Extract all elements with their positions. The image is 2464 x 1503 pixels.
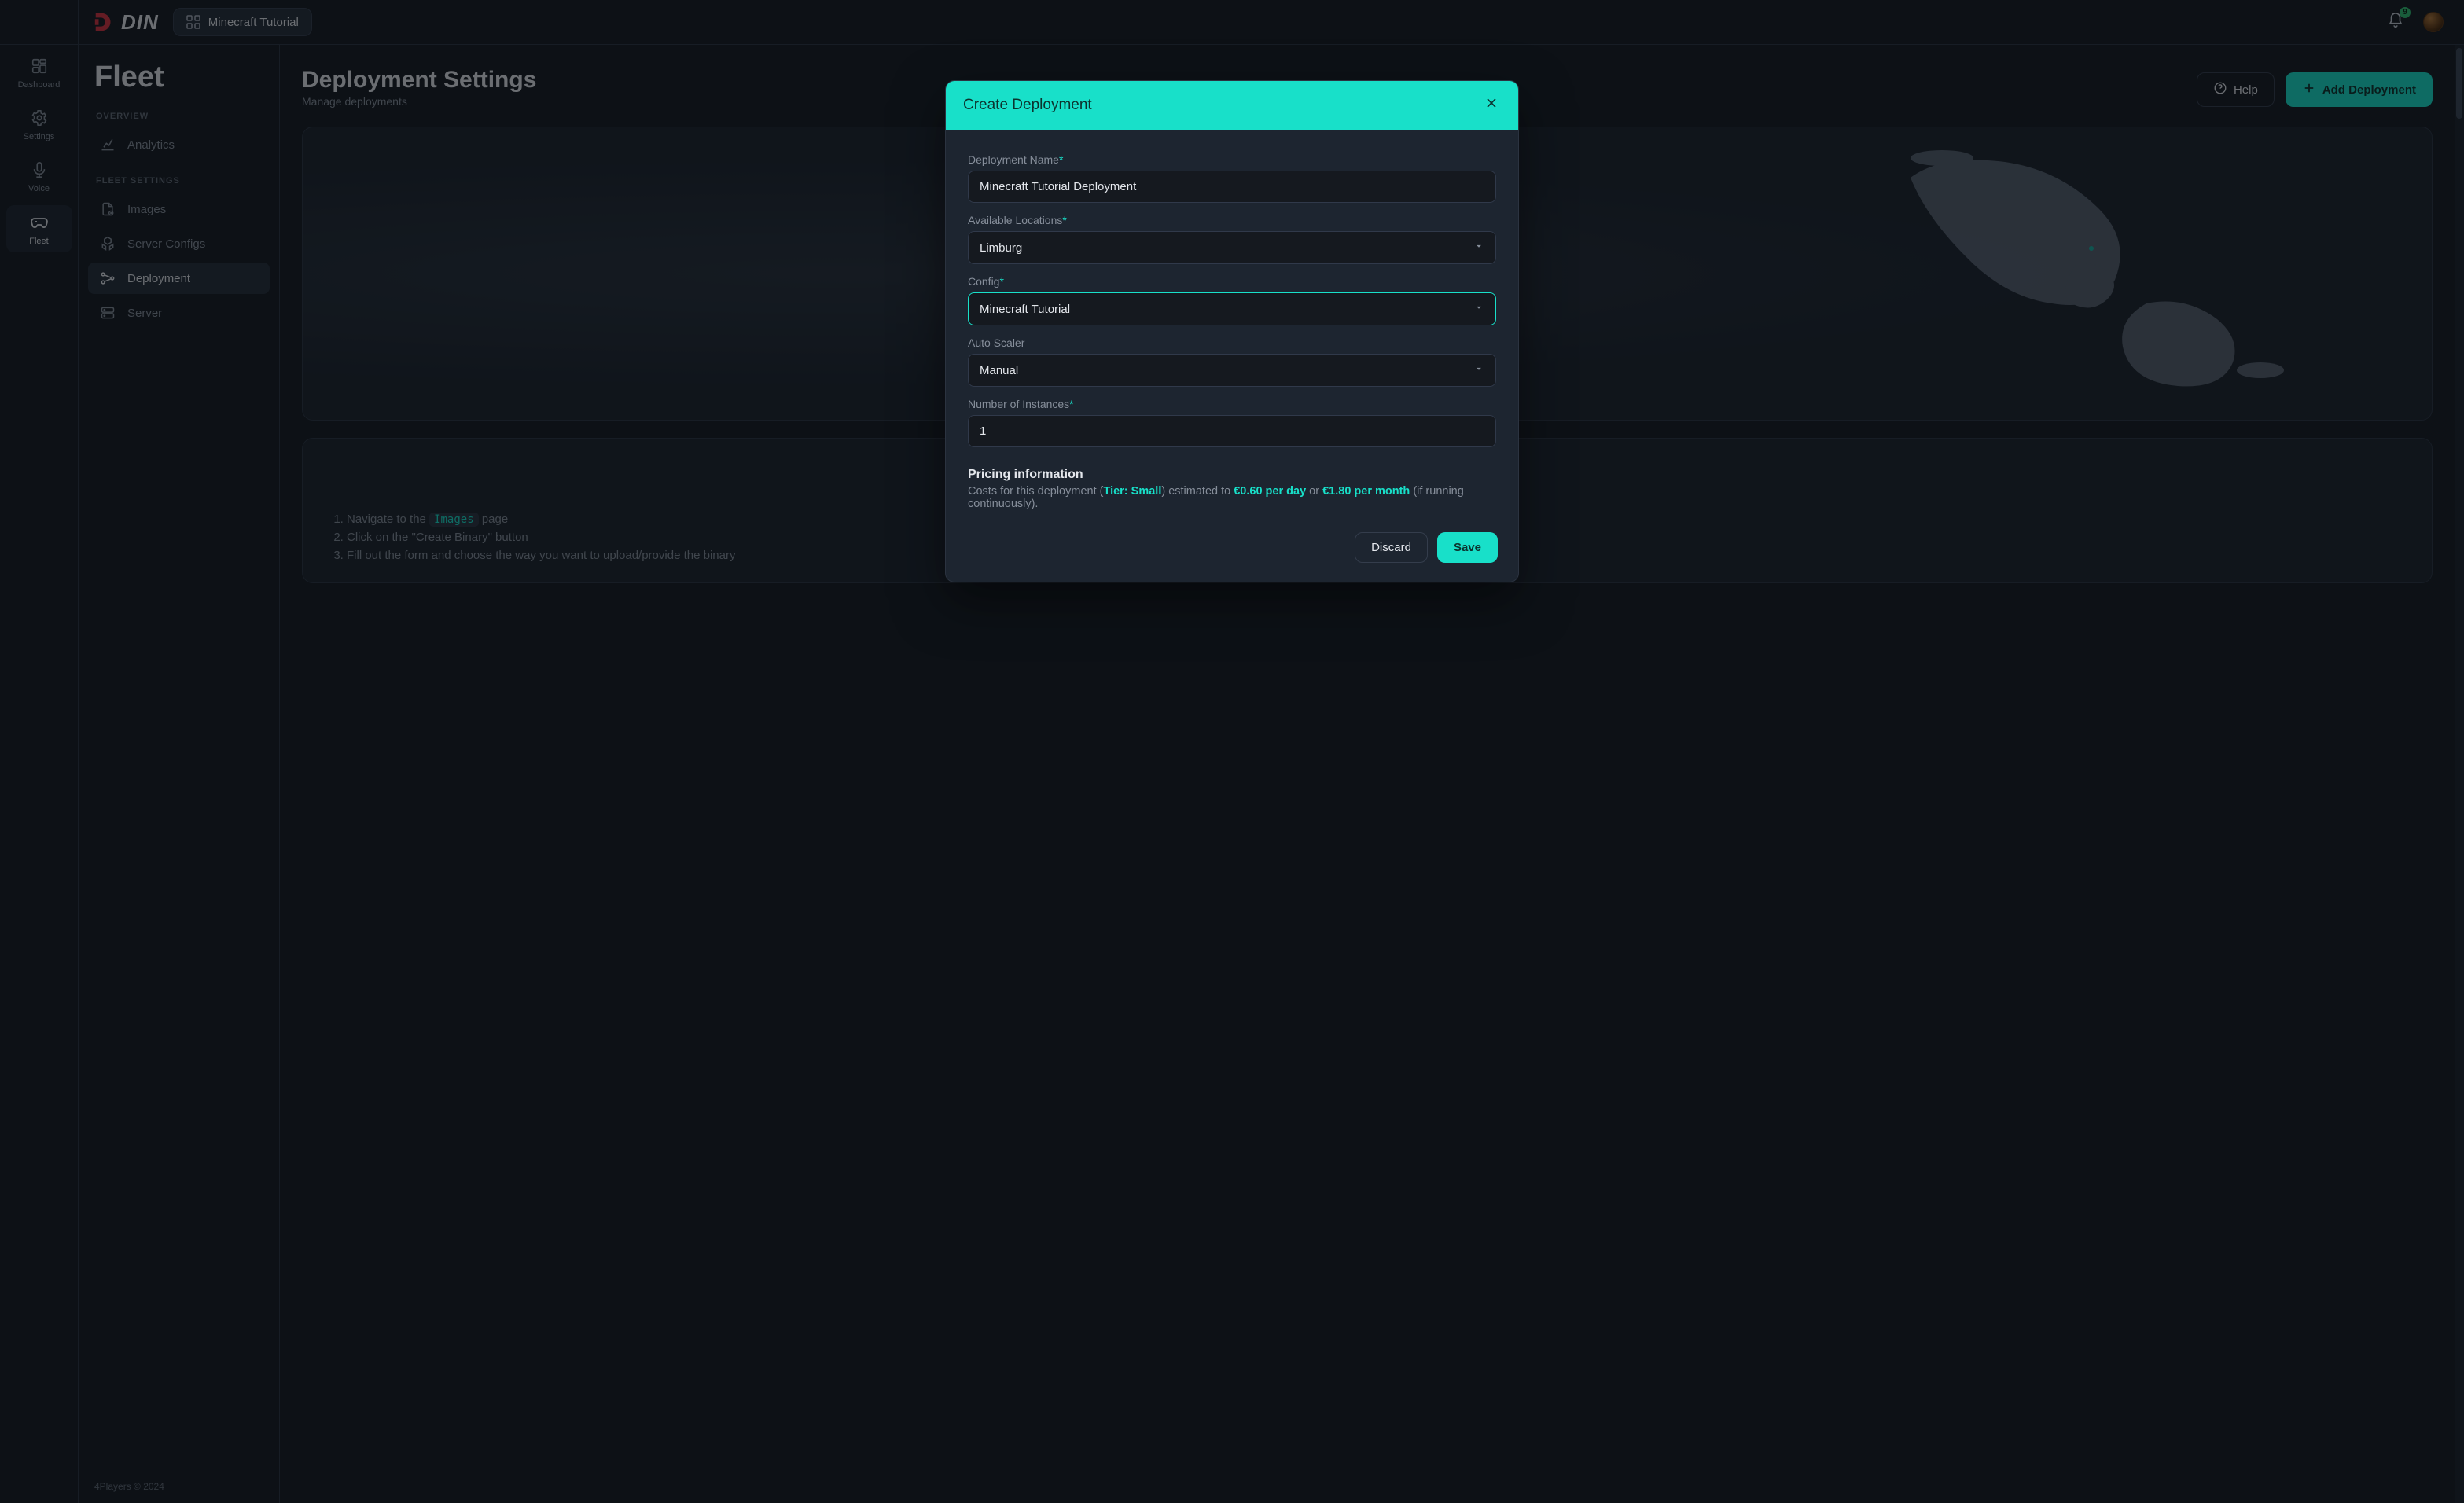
config-label-text: Config (968, 275, 999, 288)
pricing-title: Pricing information (968, 468, 1496, 482)
instances-label-text: Number of Instances (968, 398, 1069, 410)
config-select[interactable]: Minecraft Tutorial (968, 292, 1496, 325)
pricing-per-day: €0.60 per day (1234, 485, 1306, 498)
modal-footer: Discard Save (946, 518, 1518, 582)
modal-title: Create Deployment (963, 97, 1092, 114)
chevron-down-icon (1473, 302, 1484, 316)
create-deployment-modal: Create Deployment Deployment Name* Avail… (945, 80, 1519, 582)
modal-close-button[interactable] (1482, 94, 1501, 117)
pricing-block: Pricing information Costs for this deplo… (968, 468, 1496, 510)
discard-button[interactable]: Discard (1355, 532, 1428, 563)
save-button[interactable]: Save (1437, 532, 1498, 563)
pricing-line: Costs for this deployment (Tier: Small) … (968, 485, 1496, 510)
save-button-label: Save (1454, 541, 1481, 554)
modal-body: Deployment Name* Available Locations* Li… (946, 130, 1518, 518)
modal-header: Create Deployment (946, 81, 1518, 130)
locations-label-text: Available Locations (968, 214, 1062, 226)
chevron-down-icon (1473, 363, 1484, 377)
pricing-tier-key: Tier: (1103, 485, 1131, 498)
locations-label: Available Locations* (968, 214, 1496, 226)
pricing-prefix: Costs for this deployment ( (968, 485, 1103, 498)
config-label: Config* (968, 275, 1496, 288)
autoscaler-label: Auto Scaler (968, 336, 1496, 349)
instances-label: Number of Instances* (968, 398, 1496, 410)
required-star-icon: * (999, 275, 1003, 288)
deployment-name-input[interactable] (968, 171, 1496, 203)
modal-scrim[interactable]: Create Deployment Deployment Name* Avail… (0, 0, 2464, 1503)
instances-input[interactable] (968, 415, 1496, 447)
required-star-icon: * (1059, 153, 1063, 166)
pricing-mid: ) estimated to (1161, 485, 1234, 498)
pricing-tier-value: Small (1131, 485, 1162, 498)
deployment-name-label-text: Deployment Name (968, 153, 1059, 166)
locations-select[interactable]: Limburg (968, 231, 1496, 264)
pricing-per-month: €1.80 per month (1322, 485, 1410, 498)
pricing-or: or (1306, 485, 1322, 498)
required-star-icon: * (1062, 214, 1066, 226)
config-select-value: Minecraft Tutorial (980, 303, 1070, 316)
chevron-down-icon (1473, 241, 1484, 255)
autoscaler-select[interactable]: Manual (968, 354, 1496, 387)
required-star-icon: * (1069, 398, 1073, 410)
discard-button-label: Discard (1371, 541, 1411, 554)
autoscaler-select-value: Manual (980, 364, 1018, 377)
close-icon (1484, 95, 1499, 116)
deployment-name-label: Deployment Name* (968, 153, 1496, 166)
locations-select-value: Limburg (980, 241, 1022, 255)
